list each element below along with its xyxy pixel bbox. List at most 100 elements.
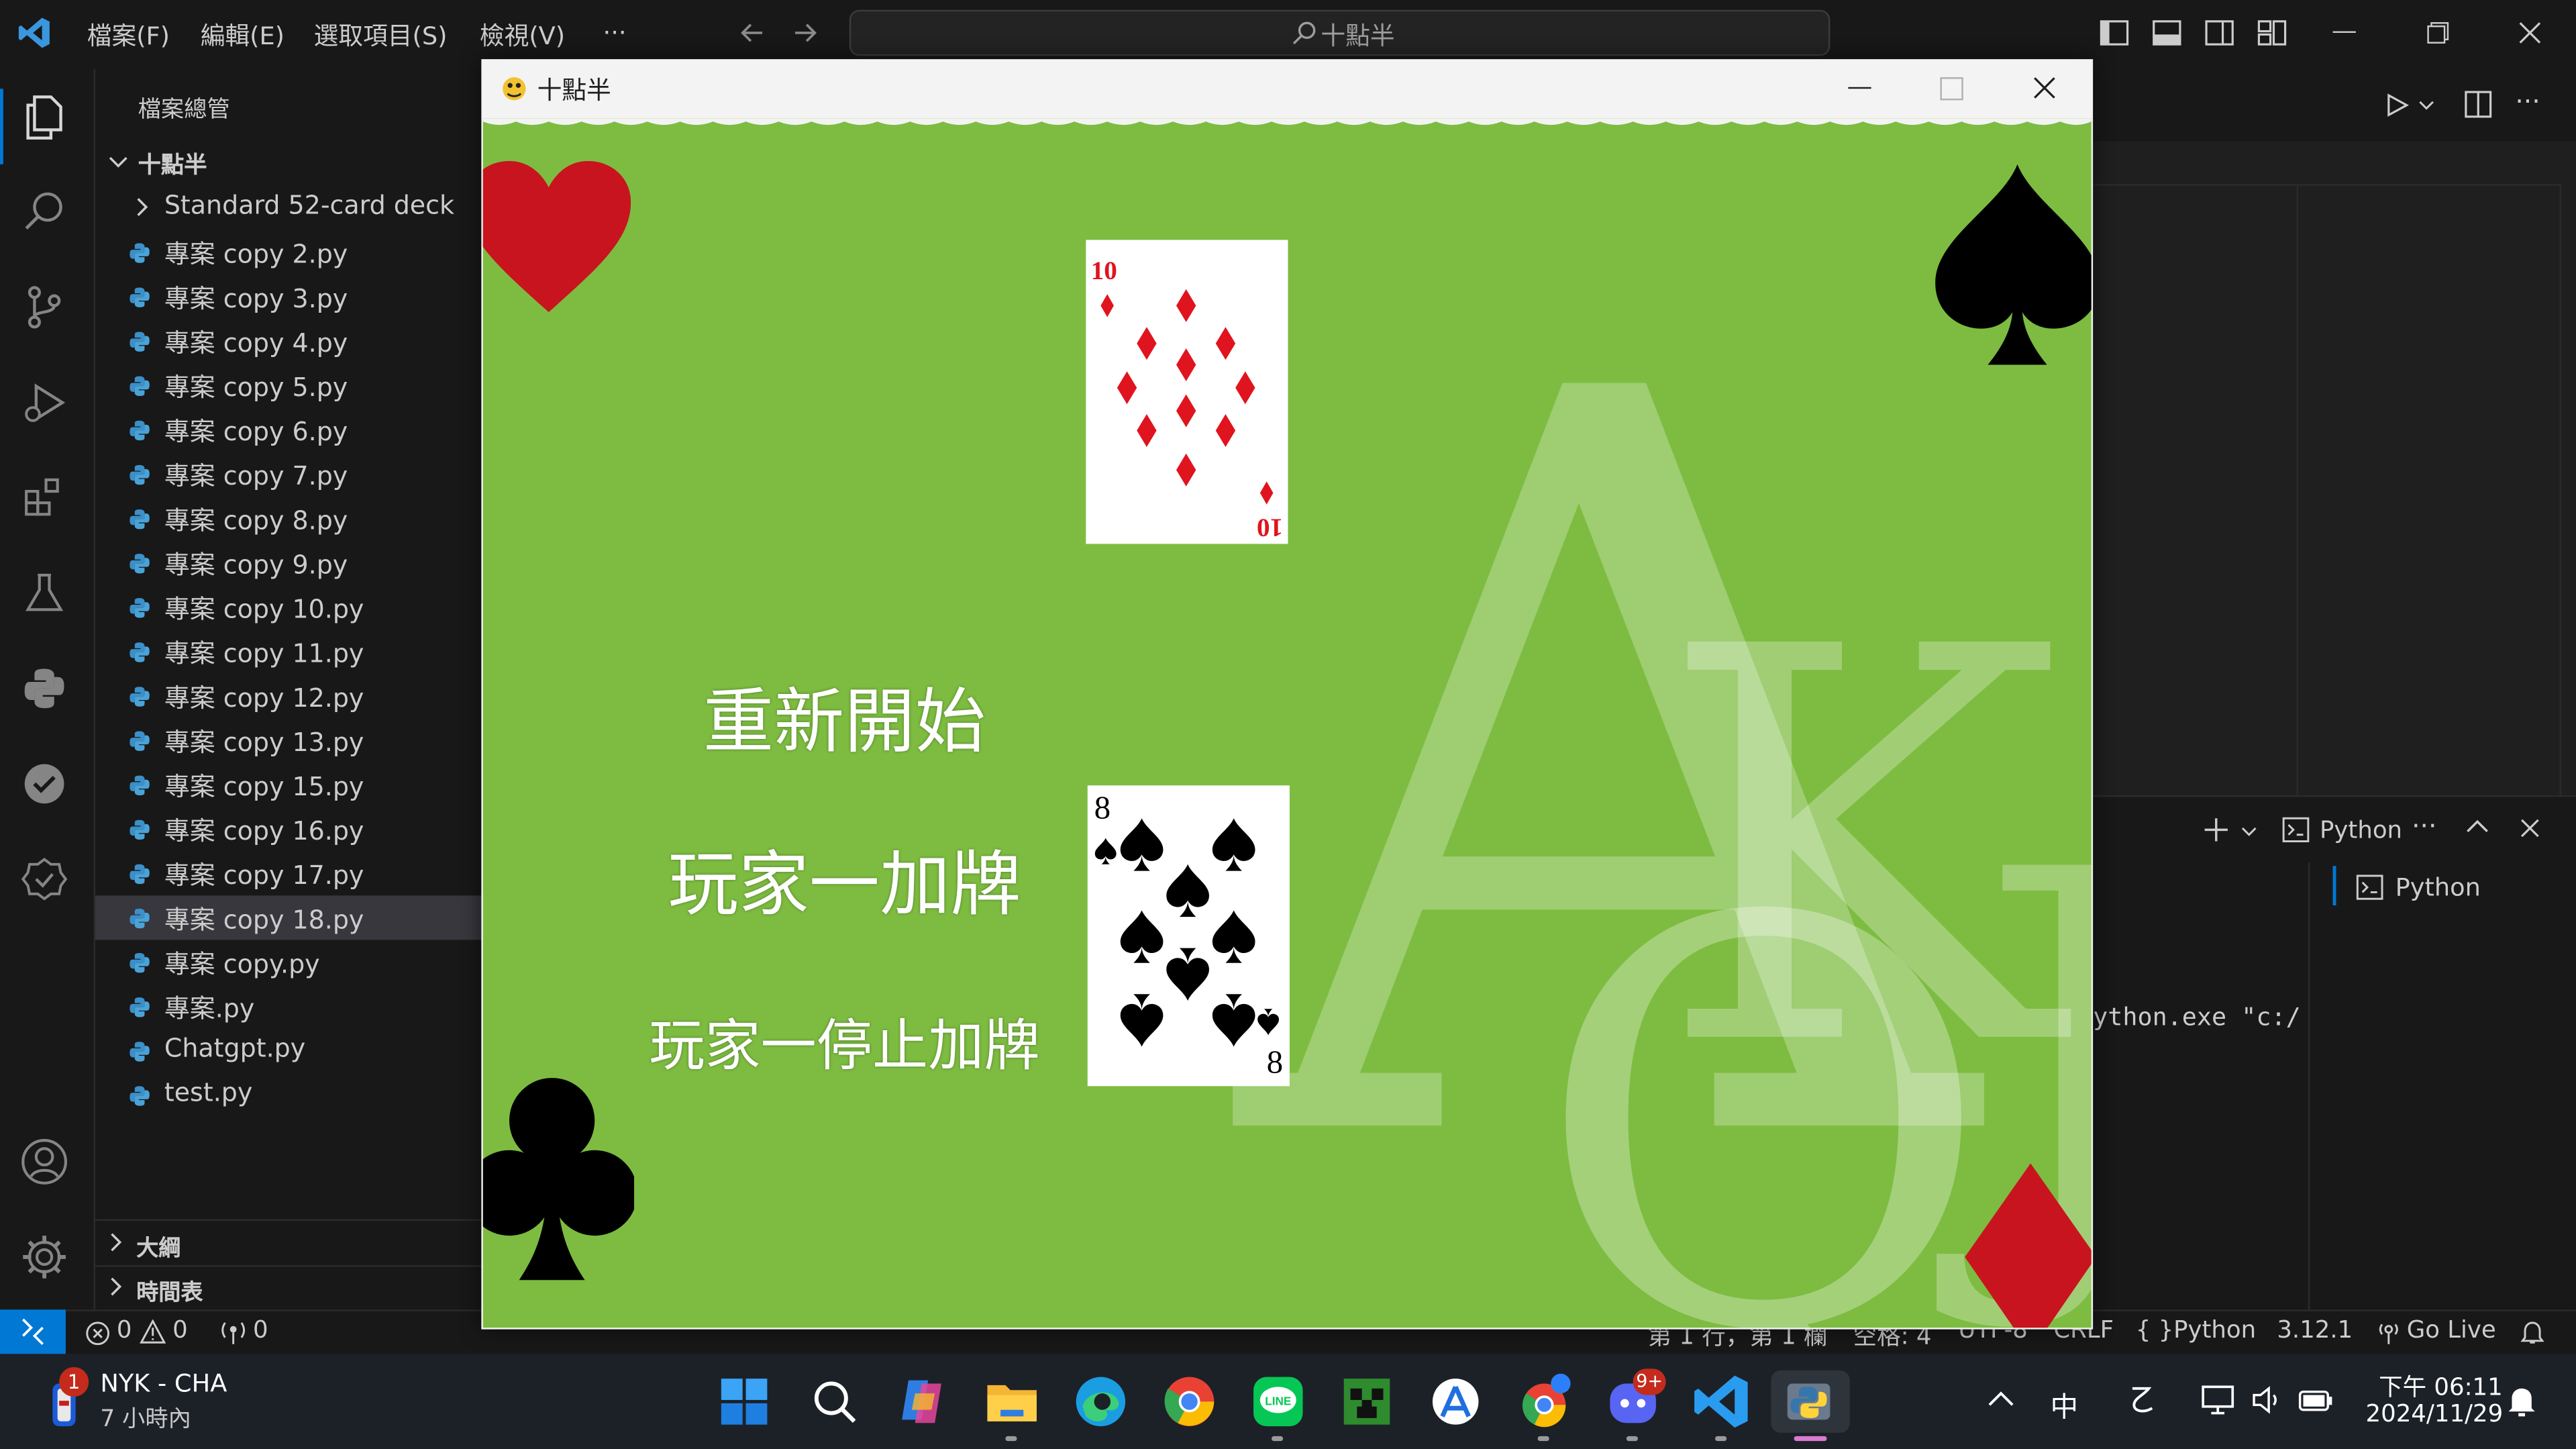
menu-more[interactable]: ···: [603, 18, 627, 48]
minimize-icon[interactable]: [1848, 87, 1871, 89]
restart-button[interactable]: 重新開始: [598, 666, 1090, 768]
go-live-button[interactable]: Go Live: [2407, 1318, 2496, 1344]
file-item[interactable]: 專案 copy 17.py: [95, 851, 483, 895]
vscode-taskbar-icon[interactable]: [1690, 1370, 1753, 1433]
toggle-secondary-sidebar-icon[interactable]: [2205, 19, 2234, 46]
menu-file[interactable]: 檔案(F): [87, 18, 170, 52]
minimize-icon[interactable]: [2332, 31, 2356, 33]
new-terminal-plus-icon[interactable]: [2203, 817, 2229, 843]
remote-indicator[interactable]: [0, 1309, 66, 1354]
file-item[interactable]: 專案.py: [95, 985, 483, 1029]
file-item[interactable]: 專案 copy 6.py: [95, 407, 483, 452]
checkmark-circle-icon[interactable]: [19, 759, 75, 815]
minecraft-icon[interactable]: [1335, 1370, 1398, 1433]
ime-indicator[interactable]: 中: [2050, 1383, 2078, 1425]
ports-radio-icon[interactable]: [220, 1319, 246, 1346]
explorer-icon[interactable]: [19, 92, 75, 148]
file-item[interactable]: test.py: [95, 1073, 483, 1117]
extensions-icon[interactable]: [19, 473, 75, 529]
file-item[interactable]: 專案 copy 2.py: [95, 230, 483, 274]
chevron-down-icon[interactable]: [2240, 825, 2257, 838]
network-icon[interactable]: [2200, 1382, 2236, 1418]
close-icon[interactable]: [2517, 19, 2543, 46]
volume-icon[interactable]: [2249, 1382, 2285, 1418]
search-icon[interactable]: [803, 1370, 866, 1433]
forward-arrow-icon[interactable]: [790, 18, 820, 48]
file-item[interactable]: 專案 copy 4.py: [95, 319, 483, 363]
python-game-taskbar-icon[interactable]: [1771, 1370, 1850, 1433]
outline-section[interactable]: 大綱: [95, 1221, 483, 1265]
customize-layout-icon[interactable]: [2257, 19, 2287, 46]
chevron-down-icon[interactable]: [2418, 99, 2434, 112]
language-mode[interactable]: Python: [2173, 1318, 2256, 1344]
file-item[interactable]: 專案 copy 10.py: [95, 585, 483, 630]
menu-edit[interactable]: 編輯(E): [201, 18, 285, 52]
close-icon[interactable]: [2032, 76, 2057, 101]
stand-button[interactable]: 玩家一停止加牌: [598, 1001, 1090, 1081]
warning-icon[interactable]: [140, 1319, 166, 1344]
file-item[interactable]: Chatgpt.py: [95, 1029, 483, 1073]
menu-selection[interactable]: 選取項目(S): [314, 18, 448, 52]
notifications-bell-icon[interactable]: [2520, 1319, 2545, 1346]
folder-root[interactable]: 十點半: [95, 142, 483, 186]
menu-view[interactable]: 檢視(V): [480, 18, 565, 52]
warning-count[interactable]: 0: [172, 1318, 188, 1344]
source-control-icon[interactable]: [19, 283, 75, 338]
file-item[interactable]: 專案 copy 7.py: [95, 452, 483, 496]
chrome-browser-icon[interactable]: [1158, 1370, 1221, 1433]
restore-icon[interactable]: [2426, 21, 2449, 44]
badge-check-icon[interactable]: [19, 854, 75, 910]
file-item[interactable]: 專案 copy 3.py: [95, 274, 483, 319]
file-item[interactable]: 專案 copy 5.py: [95, 363, 483, 407]
file-item[interactable]: 專案 copy 13.py: [95, 718, 483, 762]
command-center-search[interactable]: 十點半: [849, 9, 1831, 56]
split-editor-icon[interactable]: [2464, 91, 2492, 119]
file-item[interactable]: 專案 copy 9.py: [95, 540, 483, 585]
toggle-primary-sidebar-icon[interactable]: [2100, 19, 2129, 46]
file-item[interactable]: 專案 copy 15.py: [95, 762, 483, 807]
error-count[interactable]: 0: [117, 1318, 132, 1344]
close-panel-icon[interactable]: [2518, 817, 2541, 840]
python-version[interactable]: 3.12.1: [2277, 1318, 2353, 1344]
search-icon[interactable]: [19, 187, 75, 243]
file-item[interactable]: 專案 copy 16.py: [95, 807, 483, 851]
error-icon[interactable]: [85, 1321, 110, 1346]
terminal-list-item[interactable]: Python: [2395, 872, 2481, 902]
braces-icon[interactable]: { }: [2136, 1318, 2173, 1344]
clock-date[interactable]: 2024/11/29: [2366, 1401, 2504, 1428]
file-item[interactable]: 專案 copy 11.py: [95, 630, 483, 674]
settings-gear-icon[interactable]: [19, 1232, 75, 1288]
ime-mode-icon[interactable]: [2128, 1382, 2157, 1418]
more-actions-icon[interactable]: ···: [2515, 85, 2540, 117]
app-store-icon[interactable]: [1425, 1370, 1487, 1433]
file-item[interactable]: 專案 copy 18.py: [95, 895, 483, 940]
run-debug-icon[interactable]: [19, 378, 75, 434]
broadcast-icon[interactable]: [2375, 1319, 2402, 1346]
python-icon[interactable]: [19, 664, 75, 719]
chevron-up-icon[interactable]: [1988, 1390, 2014, 1406]
timeline-section[interactable]: 時間表: [95, 1265, 483, 1309]
accounts-icon[interactable]: [19, 1137, 75, 1193]
line-app-icon[interactable]: LINE: [1247, 1370, 1309, 1433]
toggle-panel-icon[interactable]: [2152, 19, 2181, 46]
file-item[interactable]: 專案 copy 8.py: [95, 496, 483, 540]
chrome-profile-icon[interactable]: [1513, 1370, 1576, 1433]
widget-subtitle[interactable]: 7 小時內: [100, 1401, 191, 1434]
clock-time[interactable]: 下午 06:11: [2379, 1368, 2503, 1403]
widget-title[interactable]: NYK - CHA: [100, 1368, 227, 1398]
file-item[interactable]: 專案 copy 12.py: [95, 674, 483, 718]
battery-icon[interactable]: [2298, 1382, 2334, 1418]
more-actions-icon[interactable]: ···: [2412, 810, 2436, 842]
file-explorer-icon[interactable]: [981, 1370, 1043, 1433]
file-item[interactable]: 專案 copy.py: [95, 940, 483, 984]
edge-browser-icon[interactable]: [1070, 1370, 1132, 1433]
copilot-icon[interactable]: [892, 1370, 954, 1433]
folder-item[interactable]: Standard 52-card deck: [95, 186, 483, 230]
start-windows-icon[interactable]: [713, 1370, 776, 1433]
run-python-icon[interactable]: [2383, 92, 2410, 118]
terminal-shell-label[interactable]: Python: [2320, 818, 2402, 844]
hit-button[interactable]: 玩家一加牌: [598, 828, 1090, 930]
back-arrow-icon[interactable]: [737, 18, 767, 48]
minimap-scrollbar[interactable]: [2559, 184, 2576, 795]
maximize-panel-chevron-up-icon[interactable]: [2466, 818, 2489, 834]
